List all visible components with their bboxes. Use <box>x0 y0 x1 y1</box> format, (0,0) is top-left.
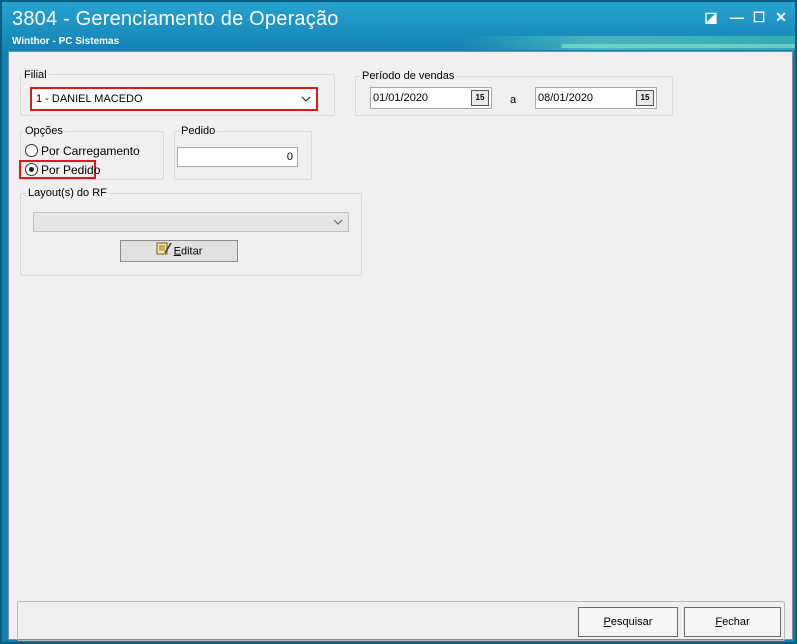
restore-icon[interactable]: ◪ <box>702 8 720 26</box>
title-bar[interactable]: 3804 - Gerenciamento de Operação Winthor… <box>2 2 795 51</box>
layout-rf-select[interactable] <box>33 212 349 232</box>
pedido-label: Pedido <box>179 125 218 137</box>
start-date-field[interactable]: 01/01/2020 15 <box>370 87 492 109</box>
close-form-button[interactable]: Fechar <box>684 607 781 637</box>
filial-value: 1 - DANIEL MACEDO <box>36 93 143 105</box>
periodo-label: Período de vendas <box>360 70 457 82</box>
window-title: 3804 - Gerenciamento de Operação <box>12 8 339 30</box>
filial-select[interactable]: 1 - DANIEL MACEDO <box>30 87 318 111</box>
calendar-icon[interactable]: 15 <box>636 90 654 106</box>
window-subtitle: Winthor - PC Sistemas <box>12 36 120 47</box>
radio-por-pedido[interactable]: Por Pedido <box>19 160 100 179</box>
search-button[interactable]: Pesquisar <box>578 607 678 637</box>
chevron-down-icon <box>332 213 344 233</box>
calendar-icon[interactable]: 15 <box>471 90 489 106</box>
layout-rf-group <box>20 193 362 276</box>
filial-label: Filial <box>22 69 49 81</box>
main-panel: Filial 1 - DANIEL MACEDO Período de vend… <box>8 51 793 641</box>
layout-rf-label: Layout(s) do RF <box>26 187 109 199</box>
date-separator: a <box>508 94 519 106</box>
radio-por-carregamento[interactable]: Por Carregamento <box>25 143 145 159</box>
pedido-input[interactable]: 0 <box>177 147 298 167</box>
edit-document-icon <box>156 241 172 262</box>
application-window: 3804 - Gerenciamento de Operação Winthor… <box>0 0 797 644</box>
edit-button[interactable]: Editar <box>120 240 238 262</box>
chevron-down-icon <box>300 89 312 109</box>
end-date-field[interactable]: 08/01/2020 15 <box>535 87 657 109</box>
close-button[interactable]: ✕ <box>772 8 790 26</box>
opcoes-label: Opções <box>23 125 65 137</box>
minimize-button[interactable]: — <box>728 8 746 26</box>
maximize-button[interactable]: ☐ <box>750 8 768 26</box>
